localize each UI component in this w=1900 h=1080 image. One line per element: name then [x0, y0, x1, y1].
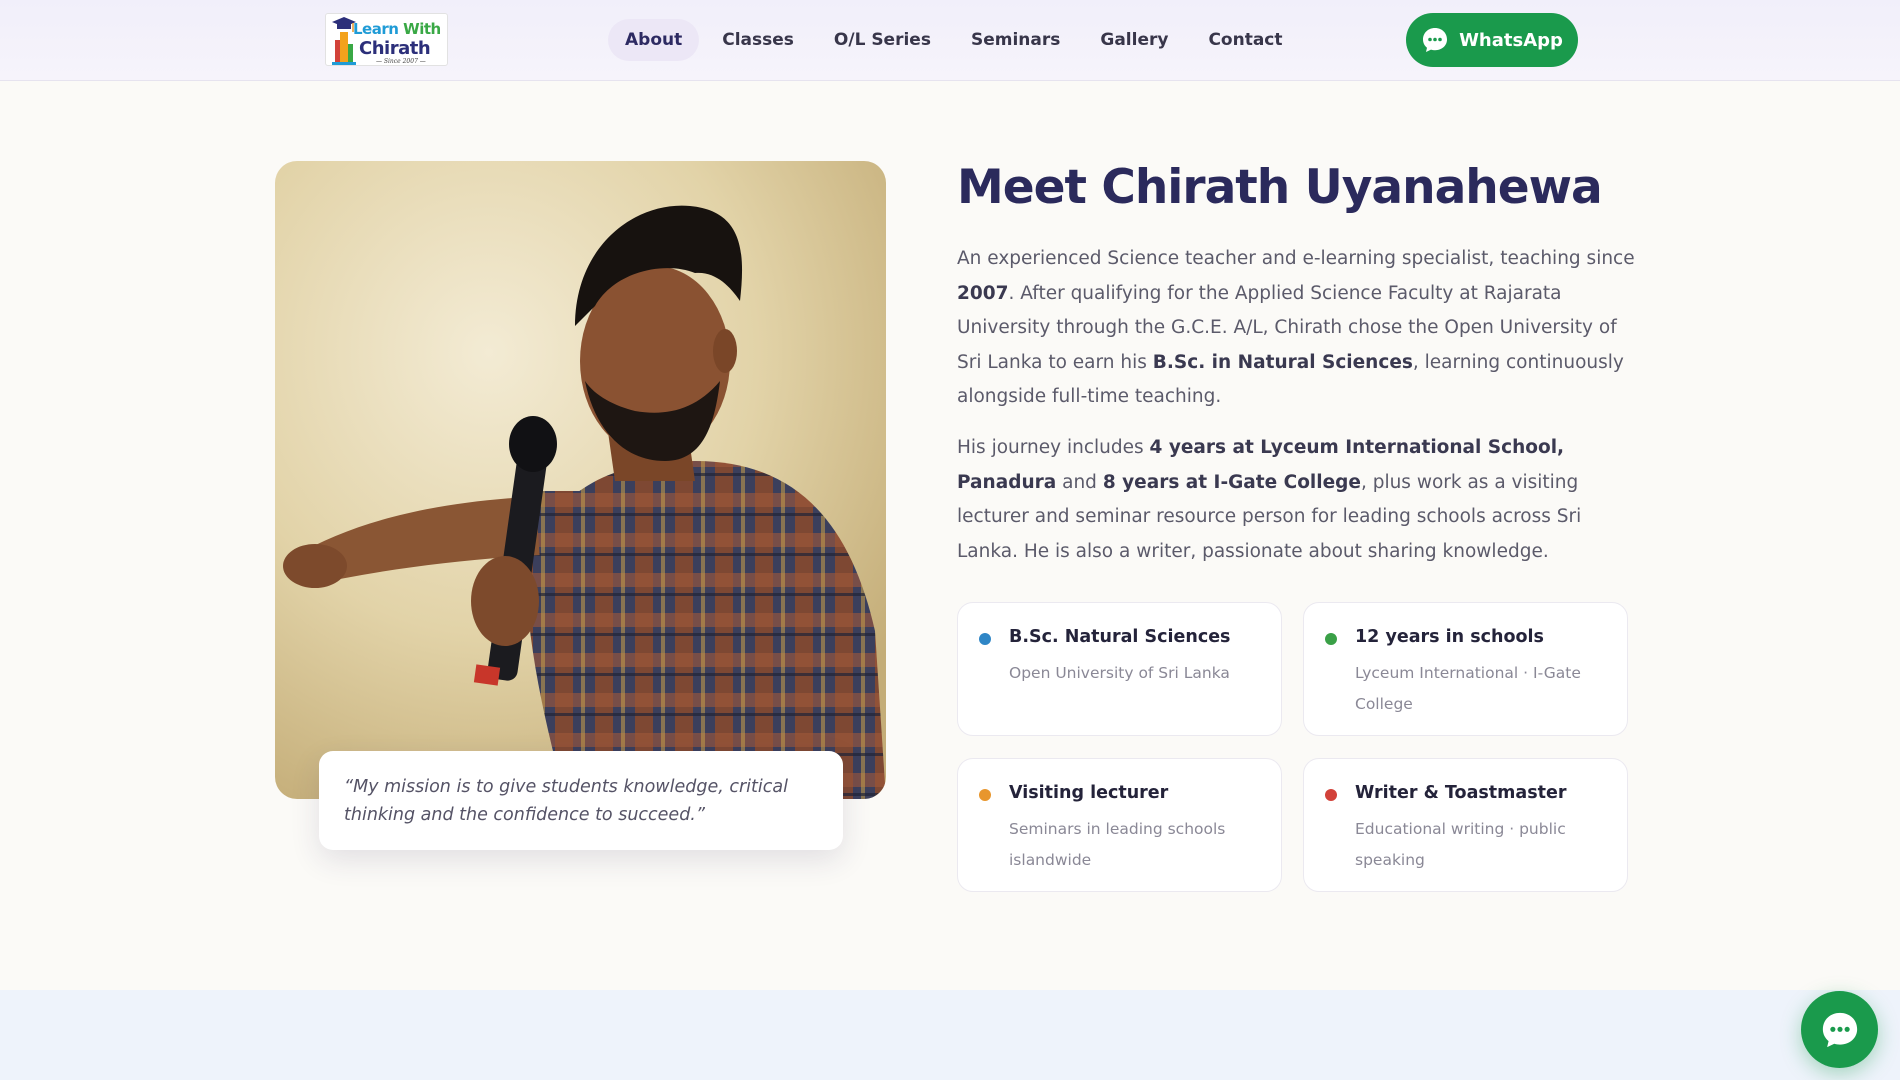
main-nav: About Classes O/L Series Seminars Galler…	[608, 19, 1300, 61]
card-subtitle: Lyceum International · I-Gate College	[1355, 664, 1581, 713]
nav-item-ol-series[interactable]: O/L Series	[817, 19, 948, 61]
green-dot-icon	[1325, 633, 1337, 645]
nav-item-gallery[interactable]: Gallery	[1083, 19, 1185, 61]
mission-quote: “My mission is to give students knowledg…	[319, 751, 843, 850]
chat-bubble-icon	[1423, 28, 1448, 52]
chat-bubble-icon	[1822, 1012, 1857, 1047]
red-dot-icon	[1325, 789, 1337, 801]
page-title: Meet Chirath Uyanahewa	[957, 160, 1603, 215]
whatsapp-button[interactable]: WhatsApp	[1406, 13, 1578, 67]
logo-tagline: — Since 2007 —	[376, 58, 426, 65]
teacher-photo	[275, 161, 886, 799]
card-title: Visiting lecturer	[1009, 783, 1169, 803]
nav-item-classes[interactable]: Classes	[705, 19, 811, 61]
nav-item-seminars[interactable]: Seminars	[954, 19, 1077, 61]
next-section-background	[0, 990, 1900, 1080]
floating-whatsapp-button[interactable]	[1801, 991, 1878, 1068]
logo-text-line2: Chirath	[359, 38, 431, 59]
teacher-photo-illustration	[275, 161, 886, 799]
orange-dot-icon	[979, 789, 991, 801]
blue-dot-icon	[979, 633, 991, 645]
logo-text-line1: Learn With	[353, 20, 441, 38]
card-subtitle: Seminars in leading schools islandwide	[1009, 820, 1226, 869]
nav-item-about[interactable]: About	[608, 19, 700, 61]
bio-paragraph-2: His journey includes 4 years at Lyceum I…	[957, 437, 1582, 562]
bio-paragraph-1: An experienced Science teacher and e-lea…	[957, 248, 1635, 408]
card-title: B.Sc. Natural Sciences	[1009, 627, 1231, 647]
nav-item-contact[interactable]: Contact	[1191, 19, 1299, 61]
card-subtitle: Open University of Sri Lanka	[1009, 664, 1230, 682]
card-subtitle: Educational writing · public speaking	[1355, 820, 1566, 869]
card-title: Writer & Toastmaster	[1355, 783, 1567, 803]
highlight-card-lecturer: Visiting lecturer Seminars in leading sc…	[957, 758, 1282, 892]
card-title: 12 years in schools	[1355, 627, 1544, 647]
site-header: Learn With Chirath — Since 2007 — About …	[0, 0, 1900, 81]
site-logo[interactable]: Learn With Chirath — Since 2007 —	[325, 13, 448, 66]
highlight-card-experience: 12 years in schools Lyceum International…	[1303, 602, 1628, 736]
highlight-card-writer: Writer & Toastmaster Educational writing…	[1303, 758, 1628, 892]
whatsapp-button-label: WhatsApp	[1459, 29, 1563, 51]
highlight-card-degree: B.Sc. Natural Sciences Open University o…	[957, 602, 1282, 736]
